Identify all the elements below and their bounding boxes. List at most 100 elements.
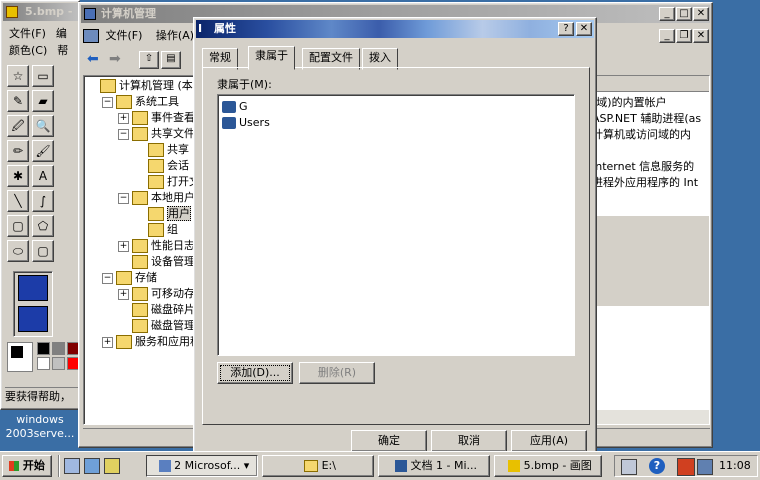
tab-member-of[interactable]: 隶属于 bbox=[248, 46, 295, 70]
paint-tool-8[interactable]: ✱ bbox=[7, 165, 29, 187]
clock[interactable]: 11:08 bbox=[719, 456, 751, 476]
mmc-child-restore-button[interactable]: ❐ bbox=[676, 29, 692, 43]
current-colors[interactable] bbox=[7, 342, 33, 372]
expand-icon[interactable]: + bbox=[118, 112, 129, 124]
paint-tool-12[interactable]: ▢ bbox=[7, 215, 29, 237]
paint-app-icon bbox=[6, 6, 18, 18]
tree-node-label: 磁盘管理 bbox=[151, 319, 195, 332]
tree-node[interactable]: +性能日志和警报 bbox=[118, 238, 200, 254]
dialog-close-button[interactable]: ✕ bbox=[576, 22, 592, 36]
paint-tool-9[interactable]: A bbox=[32, 165, 54, 187]
tree-node[interactable]: + 服务和应用程序 bbox=[102, 334, 200, 350]
option-icon-1[interactable] bbox=[18, 275, 48, 301]
paint-tool-13[interactable]: ⬠ bbox=[32, 215, 54, 237]
folder-icon bbox=[132, 319, 148, 333]
mmc-close-button[interactable]: ✕ bbox=[693, 7, 709, 21]
paint-tool-5[interactable]: 🔍 bbox=[32, 115, 54, 137]
dialog-titlebar[interactable]: 属性 bbox=[196, 20, 594, 38]
collapse-icon[interactable]: − bbox=[102, 96, 113, 108]
paint-menu-colors[interactable]: 颜色(C) bbox=[9, 42, 47, 58]
mmc-child-close-button[interactable]: ✕ bbox=[693, 29, 709, 43]
paint-tool-1[interactable]: ▭ bbox=[32, 65, 54, 87]
tree-node[interactable]: 会话 bbox=[134, 158, 189, 174]
paint-tool-14[interactable]: ⬭ bbox=[7, 240, 29, 262]
start-button[interactable]: 开始 bbox=[2, 455, 52, 477]
apply-button[interactable]: 应用(A) bbox=[511, 430, 587, 452]
collapse-icon[interactable]: − bbox=[118, 192, 129, 204]
tree-node-label: 组 bbox=[167, 223, 178, 236]
paint-palette bbox=[7, 342, 80, 378]
paint-tool-3[interactable]: ▰ bbox=[32, 90, 54, 112]
dialog-help-button[interactable]: ? bbox=[558, 22, 574, 36]
volume-icon[interactable] bbox=[697, 459, 713, 475]
mmc-minimize-button[interactable]: _ bbox=[659, 7, 675, 21]
up-folder-icon[interactable]: ⇧ bbox=[139, 51, 159, 69]
palette-swatch-silver[interactable] bbox=[52, 357, 65, 370]
remove-button[interactable]: 删除(R) bbox=[299, 362, 375, 384]
task-button-word[interactable]: 文档 1 - Mi... bbox=[378, 455, 490, 477]
mmc-menu-file[interactable]: 文件(F) bbox=[106, 27, 143, 45]
mmc-menu-action[interactable]: 操作(A) bbox=[156, 27, 194, 45]
quicklaunch-icon-1[interactable] bbox=[64, 458, 80, 474]
collapse-icon[interactable]: − bbox=[118, 128, 129, 140]
tree-node[interactable]: 磁盘管理 bbox=[118, 318, 195, 334]
expand-icon[interactable]: + bbox=[118, 240, 129, 252]
palette-swatch-white[interactable] bbox=[37, 357, 50, 370]
tree-node[interactable]: + 可移动存储 bbox=[118, 286, 200, 302]
member-item[interactable]: G bbox=[222, 99, 248, 115]
paint-tool-0[interactable]: ☆ bbox=[7, 65, 29, 87]
paint-menu-edit[interactable]: 编 bbox=[56, 25, 67, 41]
tree-node[interactable]: − 共享文件夹 bbox=[118, 126, 200, 142]
paint-menu-file[interactable]: 文件(F) bbox=[9, 25, 46, 41]
option-icon-2[interactable] bbox=[18, 306, 48, 332]
quicklaunch-icon-3[interactable] bbox=[104, 458, 120, 474]
task-button-explorer[interactable]: E:\ bbox=[262, 455, 374, 477]
task-button-paint[interactable]: 5.bmp - 画图 bbox=[494, 455, 602, 477]
paint-toolbox: ☆ ▭ ✎ ▰ 🖉 🔍 ✏ 🖌 ✱ A ╲ ∫ ▢ ⬠ ⬭ ▢ bbox=[7, 65, 57, 265]
collapse-icon[interactable]: − bbox=[102, 272, 113, 284]
forward-arrow-icon[interactable]: ➡ bbox=[109, 51, 121, 67]
member-of-list[interactable]: G Users bbox=[217, 94, 575, 356]
paint-tool-15[interactable]: ▢ bbox=[32, 240, 54, 262]
tree-node[interactable]: 用户 bbox=[134, 206, 191, 222]
task-button-microsoft[interactable]: 2 Microsof... ▾ bbox=[146, 455, 258, 477]
tree-node[interactable]: + 事件查看器 bbox=[118, 110, 200, 126]
tree-node[interactable]: 计算机管理 (本地 bbox=[86, 78, 200, 94]
paint-tool-4[interactable]: 🖉 bbox=[7, 115, 29, 137]
paint-tool-7[interactable]: 🖌 bbox=[32, 140, 54, 162]
mmc-child-minimize-button[interactable]: _ bbox=[659, 29, 675, 43]
member-item[interactable]: Users bbox=[222, 115, 270, 131]
tooltip-line2: 2003serve... bbox=[5, 427, 75, 440]
tree-node[interactable]: 打开文件 bbox=[134, 174, 200, 190]
expand-icon[interactable]: + bbox=[102, 336, 113, 348]
mmc-maximize-button[interactable]: □ bbox=[676, 7, 692, 21]
palette-swatch-black[interactable] bbox=[37, 342, 50, 355]
paint-menu-help[interactable]: 帮 bbox=[57, 42, 68, 58]
paint-selection-option[interactable] bbox=[13, 271, 53, 337]
paint-tool-2[interactable]: ✎ bbox=[7, 90, 29, 112]
ok-button[interactable]: 确定 bbox=[351, 430, 427, 452]
tree-node[interactable]: 共享 bbox=[134, 142, 189, 158]
tree-node[interactable]: 组 bbox=[134, 222, 178, 238]
tree-node[interactable]: − 存储 bbox=[102, 270, 157, 286]
paint-tool-11[interactable]: ∫ bbox=[32, 190, 54, 212]
help-icon[interactable]: ? bbox=[649, 458, 665, 474]
back-arrow-icon[interactable]: ⬅ bbox=[87, 51, 99, 67]
expand-icon[interactable]: + bbox=[118, 288, 129, 300]
palette-swatch-gray[interactable] bbox=[52, 342, 65, 355]
tray-app-icon[interactable] bbox=[677, 458, 695, 476]
tree-node[interactable]: − 系统工具 bbox=[102, 94, 179, 110]
tree-node[interactable]: 设备管理器 bbox=[118, 254, 200, 270]
detail-description-cell: 计算机或访问域的内 bbox=[592, 128, 691, 141]
paint-tool-6[interactable]: ✏ bbox=[7, 140, 29, 162]
dialog-tabs: 常规 隶属于 配置文件 拨入 bbox=[202, 46, 592, 70]
group-icon bbox=[222, 101, 236, 113]
cancel-button[interactable]: 取消 bbox=[431, 430, 507, 452]
tree-node[interactable]: −本地用户和组 bbox=[118, 190, 200, 206]
network-icon[interactable] bbox=[621, 459, 637, 475]
paint-tool-10[interactable]: ╲ bbox=[7, 190, 29, 212]
show-tree-icon[interactable]: ▤ bbox=[161, 51, 181, 69]
add-button[interactable]: 添加(D)... bbox=[217, 362, 293, 384]
tree-node[interactable]: 磁盘碎片整理 bbox=[118, 302, 200, 318]
quicklaunch-icon-2[interactable] bbox=[84, 458, 100, 474]
